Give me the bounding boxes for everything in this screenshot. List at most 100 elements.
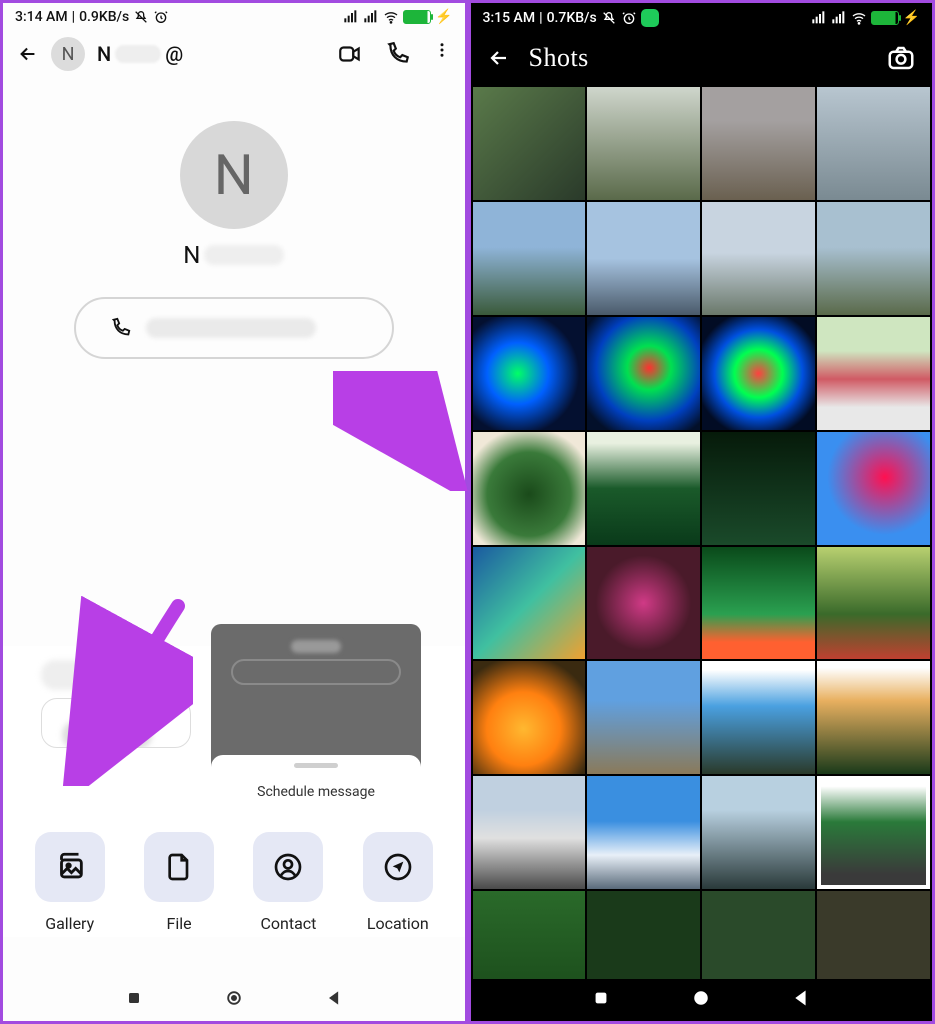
signal-chat-screen: 3:14 AM | 0.9KB/s ⚡ N N @: [0, 0, 468, 1024]
photo-thumb[interactable]: [473, 661, 586, 774]
file-icon: [163, 851, 195, 883]
chat-header: N N @: [3, 27, 465, 81]
photo-thumb[interactable]: [702, 202, 815, 315]
redacted-text: [41, 660, 161, 690]
attachment-label: Location: [367, 914, 429, 933]
nav-home-icon[interactable]: [224, 988, 244, 1012]
nav-home-icon[interactable]: [691, 988, 711, 1012]
camera-button-icon[interactable]: [886, 43, 916, 73]
attachment-location[interactable]: Location: [363, 832, 433, 933]
photo-thumb[interactable]: [587, 891, 700, 979]
status-bar: 3:14 AM | 0.9KB/s ⚡: [3, 3, 465, 27]
signal-bars-icon: [831, 11, 847, 25]
redacted-text: [204, 245, 284, 265]
attachment-label: File: [167, 914, 192, 933]
gallery-title: Shots: [529, 43, 589, 73]
redacted-text: [146, 318, 316, 338]
attachment-file[interactable]: File: [144, 832, 214, 933]
avatar-large[interactable]: N: [180, 121, 288, 229]
photo-thumb[interactable]: [817, 317, 930, 430]
photo-thumb[interactable]: [473, 891, 586, 979]
attachment-panel: Schedule message Gallery File: [3, 646, 465, 937]
gallery-icon: [53, 850, 87, 884]
back-arrow-icon[interactable]: [17, 43, 39, 65]
attachment-contact[interactable]: Contact: [253, 832, 323, 933]
chat-body: N N: [3, 81, 465, 979]
alarm-icon: [621, 11, 637, 25]
photo-thumb[interactable]: [702, 317, 815, 430]
back-arrow-icon[interactable]: [487, 46, 511, 70]
photo-thumb[interactable]: [473, 202, 586, 315]
photo-thumb[interactable]: [587, 776, 700, 889]
contact-icon: [272, 851, 304, 883]
attachment-label: Gallery: [45, 914, 94, 933]
photo-thumb[interactable]: [817, 432, 930, 545]
nav-back-icon[interactable]: [791, 988, 811, 1012]
photo-grid[interactable]: [471, 87, 933, 979]
photo-thumb[interactable]: [473, 547, 586, 660]
more-menu-icon[interactable]: [433, 41, 451, 67]
video-call-icon[interactable]: [337, 41, 363, 67]
photo-thumb[interactable]: [817, 87, 930, 200]
wifi-icon: [851, 11, 867, 25]
photo-thumb[interactable]: [587, 87, 700, 200]
attachment-label: Contact: [260, 914, 316, 933]
attachment-gallery[interactable]: Gallery: [35, 832, 105, 933]
signal-bars-icon: [343, 10, 359, 24]
photo-thumb[interactable]: [587, 202, 700, 315]
photo-thumb[interactable]: [473, 317, 586, 430]
photo-thumb[interactable]: [587, 432, 700, 545]
status-net: 0.9KB/s: [79, 9, 129, 25]
signal-bars-icon: [811, 11, 827, 25]
mute-icon: [601, 11, 617, 25]
photo-thumb[interactable]: [702, 87, 815, 200]
avatar-small[interactable]: N: [51, 37, 85, 71]
voice-call-icon[interactable]: [385, 41, 411, 67]
photo-thumb[interactable]: [702, 432, 815, 545]
photo-thumb[interactable]: [587, 547, 700, 660]
status-net: 0.7KB/s: [547, 10, 597, 26]
charging-icon: ⚡: [903, 10, 920, 26]
android-navbar: [471, 979, 933, 1021]
nav-recents-icon[interactable]: [591, 988, 611, 1012]
status-time: 3:14 AM: [15, 9, 68, 25]
android-navbar: [3, 979, 465, 1021]
app-notification-badge: [641, 9, 659, 27]
wifi-icon: [383, 10, 399, 24]
phone-number-pill[interactable]: [74, 297, 394, 359]
photo-thumb[interactable]: [702, 891, 815, 979]
redacted-text: [115, 45, 161, 63]
photo-thumb[interactable]: [817, 891, 930, 979]
schedule-message-label: Schedule message: [211, 776, 421, 814]
photo-thumb[interactable]: [473, 776, 586, 889]
photo-thumb[interactable]: [702, 547, 815, 660]
nav-recents-icon[interactable]: [124, 988, 144, 1012]
battery-icon: [403, 10, 431, 24]
photo-thumb[interactable]: [817, 661, 930, 774]
chat-title[interactable]: N @: [97, 42, 183, 66]
photo-thumb[interactable]: [473, 432, 586, 545]
charging-icon: ⚡: [435, 9, 452, 25]
status-time: 3:15 AM: [483, 10, 536, 26]
photo-thumb[interactable]: [817, 547, 930, 660]
battery-icon: [871, 11, 899, 25]
status-bar: 3:15 AM | 0.7KB/s ⚡: [471, 3, 933, 29]
annotation-arrow: [333, 371, 473, 491]
recent-media-thumb[interactable]: [41, 698, 191, 748]
gallery-header: Shots: [471, 29, 933, 87]
phone-icon: [110, 317, 132, 339]
photo-thumb[interactable]: [817, 202, 930, 315]
photo-thumb[interactable]: [473, 87, 586, 200]
photo-thumb[interactable]: [702, 776, 815, 889]
location-icon: [382, 851, 414, 883]
signal-bars-icon: [363, 10, 379, 24]
recent-media-thumb[interactable]: Schedule message: [211, 624, 421, 814]
photo-thumb[interactable]: [817, 776, 930, 889]
gallery-screen: 3:15 AM | 0.7KB/s ⚡ Shots: [468, 0, 935, 1024]
photo-thumb[interactable]: [587, 317, 700, 430]
photo-thumb[interactable]: [587, 661, 700, 774]
contact-name: N: [183, 241, 284, 269]
mute-icon: [133, 10, 149, 24]
photo-thumb[interactable]: [702, 661, 815, 774]
nav-back-icon[interactable]: [324, 988, 344, 1012]
